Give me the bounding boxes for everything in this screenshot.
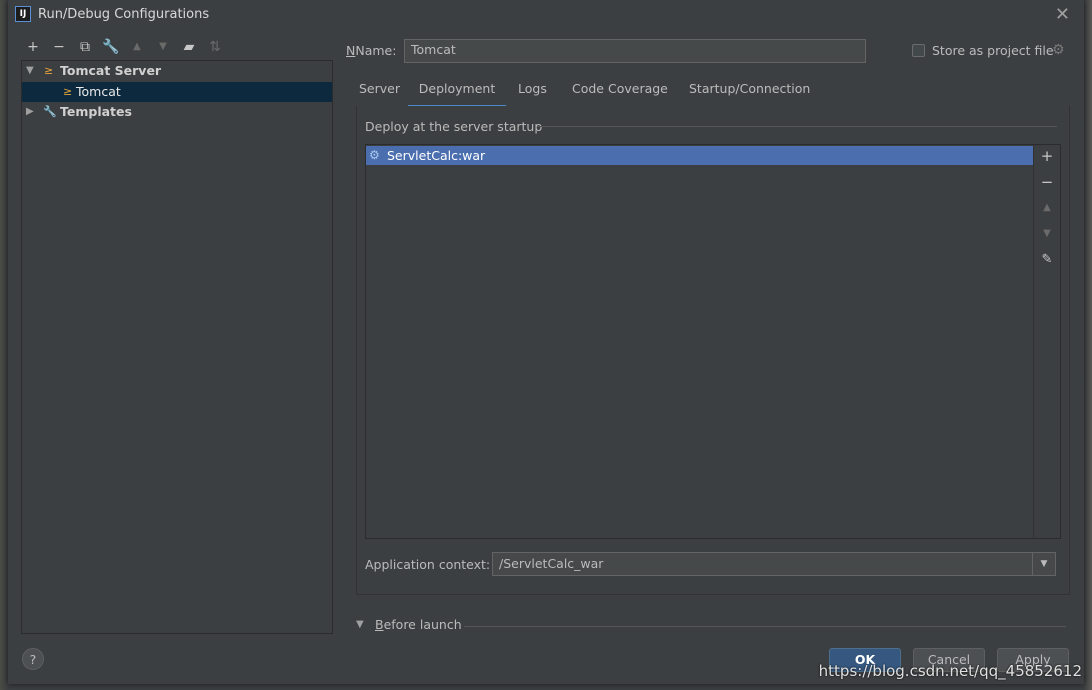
- artifact-label: ServletCalc:war: [387, 148, 486, 163]
- section-divider: [537, 126, 1057, 127]
- config-form: NName: Tomcat Store as project file ⚙ Se…: [346, 0, 1076, 684]
- application-context-combo[interactable]: /ServletCalc_war ▼: [492, 552, 1056, 576]
- wrench-icon[interactable]: 🔧: [102, 38, 120, 56]
- add-icon[interactable]: +: [24, 38, 42, 56]
- artifact-icon: ⚙: [369, 148, 380, 162]
- tab-server[interactable]: Server: [359, 81, 400, 105]
- config-tree: ▼ ≥ Tomcat Server ≥ Tomcat ▶ 🔧 Templates: [21, 60, 333, 634]
- tab-startup-connection[interactable]: Startup/Connection: [689, 81, 810, 105]
- move-down-icon[interactable]: ▼: [1038, 225, 1056, 243]
- tree-item-label: Tomcat: [76, 84, 121, 99]
- sort-icon[interactable]: ⇅: [206, 38, 224, 56]
- move-up-icon[interactable]: ▲: [1038, 199, 1056, 217]
- wrench-icon: 🔧: [43, 105, 57, 118]
- tab-deployment[interactable]: Deployment: [408, 81, 506, 108]
- window-title: Run/Debug Configurations: [38, 7, 210, 22]
- run-debug-dialog: IJ Run/Debug Configurations ✕ + − ⧉ 🔧 ▲ …: [8, 0, 1084, 684]
- tomcat-icon: ≥: [63, 85, 73, 98]
- remove-icon[interactable]: −: [1038, 173, 1056, 191]
- tree-item-templates[interactable]: ▶ 🔧 Templates: [22, 102, 332, 122]
- section-divider: [464, 626, 1066, 627]
- name-label: NName:: [346, 43, 397, 58]
- tab-logs[interactable]: Logs: [518, 81, 547, 105]
- help-button[interactable]: ?: [22, 648, 44, 670]
- gear-icon[interactable]: ⚙: [1052, 42, 1065, 58]
- move-up-icon[interactable]: ▲: [128, 38, 146, 56]
- deployment-panel: Deploy at the server startup ⚙ ServletCa…: [356, 106, 1070, 595]
- copy-icon[interactable]: ⧉: [76, 38, 94, 56]
- list-item[interactable]: ⚙ ServletCalc:war: [366, 146, 1033, 165]
- chevron-down-icon[interactable]: ▼: [1032, 553, 1055, 575]
- collapse-arrow-icon[interactable]: ▼: [356, 619, 364, 630]
- tree-item-label: Tomcat Server: [60, 63, 162, 78]
- tree-item-label: Templates: [60, 104, 132, 119]
- tree-item-tomcat-server[interactable]: ▼ ≥ Tomcat Server: [22, 61, 332, 81]
- context-value: /ServletCalc_war: [499, 556, 604, 571]
- expanded-arrow-icon[interactable]: ▼: [26, 61, 34, 81]
- deploy-section-title: Deploy at the server startup: [365, 119, 543, 134]
- list-toolbar: + − ▲ ▼ ✎: [1033, 144, 1061, 539]
- remove-icon[interactable]: −: [50, 38, 68, 56]
- add-icon[interactable]: +: [1038, 147, 1056, 165]
- store-as-project-checkbox[interactable]: [912, 44, 925, 57]
- watermark-text: https://blog.csdn.net/qq_45852612: [818, 662, 1082, 680]
- collapsed-arrow-icon[interactable]: ▶: [26, 102, 34, 122]
- tomcat-icon: ≥: [44, 64, 54, 77]
- edit-pencil-icon[interactable]: ✎: [1038, 251, 1056, 269]
- store-as-project-label: Store as project file: [932, 43, 1054, 58]
- move-down-icon[interactable]: ▼: [154, 38, 172, 56]
- context-label: Application context:: [365, 557, 491, 572]
- artifact-list[interactable]: ⚙ ServletCalc:war: [365, 144, 1034, 539]
- name-field[interactable]: Tomcat: [404, 39, 866, 63]
- new-folder-icon[interactable]: ▰: [180, 38, 198, 56]
- before-launch-label[interactable]: Before launch: [375, 617, 462, 632]
- tab-code-coverage[interactable]: Code Coverage: [572, 81, 668, 105]
- intellij-app-icon: IJ: [15, 6, 31, 22]
- tree-item-tomcat[interactable]: ≥ Tomcat: [22, 82, 332, 102]
